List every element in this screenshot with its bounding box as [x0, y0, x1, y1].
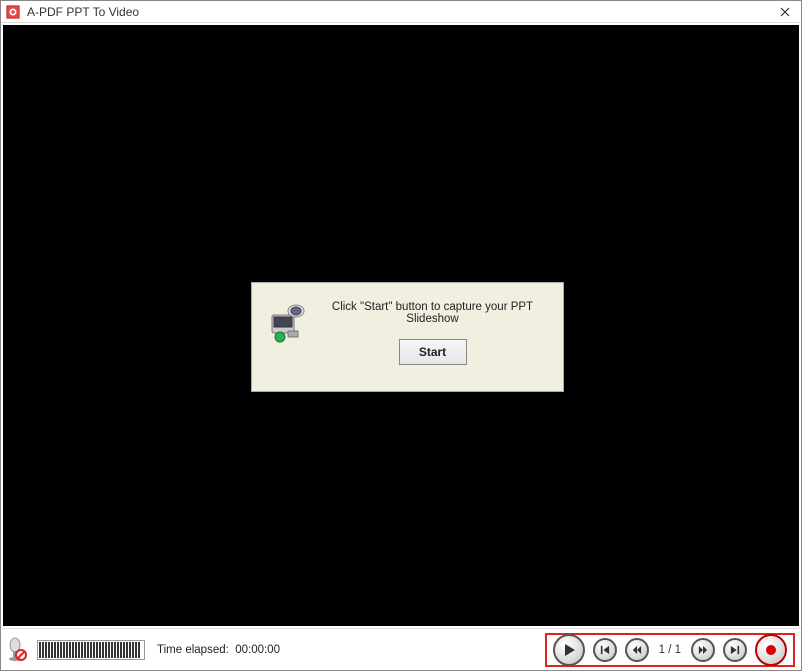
microphone-icon — [7, 637, 27, 663]
volume-meter — [37, 640, 145, 660]
next-slide-button[interactable] — [691, 638, 715, 662]
video-preview-area: Click "Start" button to capture your PPT… — [3, 25, 799, 626]
time-value: 00:00:00 — [235, 644, 280, 656]
previous-slide-button[interactable] — [625, 638, 649, 662]
first-slide-button[interactable] — [593, 638, 617, 662]
play-button[interactable] — [553, 634, 585, 666]
close-button[interactable] — [773, 3, 797, 21]
time-label-text: Time elapsed: — [157, 644, 229, 656]
start-button[interactable]: Start — [399, 339, 467, 365]
last-slide-button[interactable] — [723, 638, 747, 662]
dialog-message: Click "Start" button to capture your PPT… — [318, 301, 547, 325]
titlebar: A-PDF PPT To Video — [1, 1, 801, 23]
page-counter: 1 / 1 — [659, 644, 681, 656]
record-button[interactable] — [755, 634, 787, 666]
time-elapsed-label: Time elapsed: 00:00:00 — [157, 644, 280, 656]
status-bar: Time elapsed: 00:00:00 1 / 1 — [1, 628, 801, 670]
start-dialog: Click "Start" button to capture your PPT… — [251, 282, 564, 392]
camcorder-icon — [266, 301, 308, 343]
playback-controls: 1 / 1 — [545, 633, 795, 667]
window-title: A-PDF PPT To Video — [27, 5, 773, 19]
app-icon — [5, 4, 21, 20]
app-window: A-PDF PPT To Video Click "S — [0, 0, 802, 671]
